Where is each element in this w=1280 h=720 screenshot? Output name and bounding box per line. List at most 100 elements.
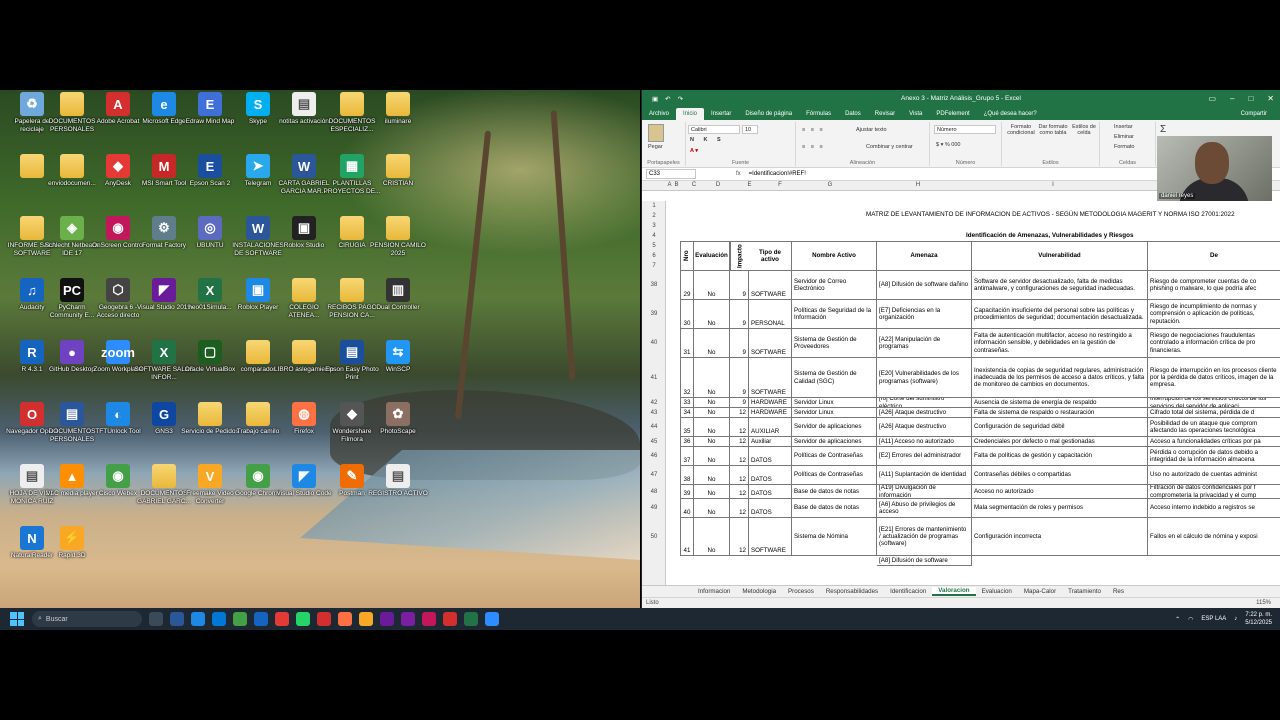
sheet-tab-valoracion[interactable]: Valoracion <box>932 587 976 596</box>
cell-descripcion[interactable]: Filtración de datos confidenciales por f… <box>1148 485 1280 499</box>
row-header[interactable]: 41 <box>642 358 666 398</box>
cell-evaluacion[interactable]: No <box>694 358 730 398</box>
tell-me-input[interactable]: ¿Qué desea hacer? <box>977 108 1044 120</box>
cell-nombre[interactable]: Servidor de Correo Electrónico <box>792 271 877 300</box>
format-table-button[interactable]: Dar formato como tabla <box>1038 124 1068 136</box>
cell-evaluacion[interactable]: No <box>694 485 730 499</box>
cell-evaluacion[interactable]: No <box>694 447 730 466</box>
cell-tipo[interactable]: Auxiliar <box>749 437 792 447</box>
sheet-tab-evaluacion[interactable]: Evaluacion <box>976 588 1018 595</box>
sheet-tab-responsabilidades[interactable]: Responsabilidades <box>820 588 884 595</box>
cell-tipo[interactable]: AUXILIAR <box>749 418 792 437</box>
wifi-icon[interactable]: ◠ <box>1188 616 1193 623</box>
taskbar-app-icon[interactable] <box>401 612 415 626</box>
taskbar-search[interactable]: ⌕ Buscar <box>32 611 142 627</box>
cell-nro[interactable]: 30 <box>680 300 694 329</box>
cell-vulnerabilidad[interactable]: Capacitación insuficiente del personal s… <box>972 300 1148 329</box>
taskbar-app-icon[interactable] <box>149 612 163 626</box>
header-vulnerabilidad[interactable]: Vulnerabilidad <box>972 241 1148 271</box>
maximize-button[interactable]: □ <box>1248 94 1253 103</box>
font-name-select[interactable]: Calibri <box>688 125 740 134</box>
tab-fórmulas[interactable]: Fórmulas <box>799 108 838 120</box>
sheet-tab-metodologia[interactable]: Metodologia <box>736 588 782 595</box>
taskbar-app-icon[interactable] <box>170 612 184 626</box>
cell-nombre[interactable]: Políticas de Contraseñas <box>792 466 877 485</box>
cell-impacto[interactable]: 12 <box>730 437 749 447</box>
zoom-level[interactable]: 115% <box>1256 600 1271 606</box>
cell-nro[interactable]: 34 <box>680 408 694 418</box>
cell-nro[interactable]: 29 <box>680 271 694 300</box>
row-header[interactable]: 2 <box>642 211 666 221</box>
font-color-icon[interactable]: A ▾ <box>690 148 698 154</box>
row-header[interactable]: 50 <box>642 518 666 556</box>
cell-vulnerabilidad[interactable]: Mala segmentación de roles y permisos <box>972 499 1148 518</box>
cell-styles-button[interactable]: Estilos de celda <box>1070 124 1098 136</box>
cell-amenaza[interactable]: [A6] Abuso de privilegios de acceso <box>877 499 972 518</box>
taskbar-app-icon[interactable] <box>233 612 247 626</box>
column-header-d[interactable]: D <box>708 182 728 188</box>
tab-pdfelement[interactable]: PDFelement <box>929 108 976 120</box>
taskbar-app-icon[interactable] <box>317 612 331 626</box>
taskbar-app-icon[interactable] <box>359 612 373 626</box>
taskbar-app-icon[interactable] <box>464 612 478 626</box>
cell-descripcion[interactable]: Riesgo de interrupción en los procesos c… <box>1148 358 1280 398</box>
column-header-c[interactable]: C <box>680 182 708 188</box>
cell-nro[interactable]: 41 <box>680 518 694 556</box>
volume-icon[interactable]: ♪ <box>1234 616 1237 622</box>
font-style-buttons[interactable]: N K S <box>690 137 725 143</box>
share-button[interactable]: Compartir <box>1234 108 1274 120</box>
cell-nro[interactable]: 40 <box>680 499 694 518</box>
sheet-tab-mapa-calor[interactable]: Mapa-Calor <box>1018 588 1062 595</box>
row-header[interactable]: 39 <box>642 300 666 329</box>
cell-evaluacion[interactable]: No <box>694 518 730 556</box>
sheet-tab-tratamiento[interactable]: Tratamiento <box>1062 588 1107 595</box>
cell-evaluacion[interactable]: No <box>694 418 730 437</box>
cell-nro[interactable]: 39 <box>680 485 694 499</box>
column-header-a[interactable]: A <box>666 182 673 188</box>
desktop-icon[interactable]: ⇆ WinSCP <box>368 340 428 402</box>
desktop-icon[interactable]: iluminare <box>368 92 428 154</box>
desktop-icon[interactable]: ⚡ Rapid 3D <box>42 526 102 588</box>
cell-descripcion[interactable]: Acceso a funcionalidades críticas por pa <box>1148 437 1280 447</box>
name-box[interactable]: C33 <box>646 169 696 179</box>
desktop-icon[interactable]: ▥ Dual Controller <box>368 278 428 340</box>
taskbar-app-icon[interactable] <box>254 612 268 626</box>
cell-descripcion[interactable]: Riesgo de incumplimiento de normas y com… <box>1148 300 1280 329</box>
close-button[interactable]: ✕ <box>1267 94 1274 103</box>
cell-impacto[interactable]: 12 <box>730 447 749 466</box>
row-header[interactable]: 1 <box>642 201 666 211</box>
taskbar-app-icon[interactable] <box>485 612 499 626</box>
row-header[interactable]: 38 <box>642 271 666 300</box>
cell-nro[interactable]: 31 <box>680 329 694 358</box>
cell-descripcion[interactable]: Acceso interno indebido a registros se <box>1148 499 1280 518</box>
fx-icon[interactable]: fx <box>736 171 741 177</box>
header-nro[interactable]: Nro <box>680 241 694 271</box>
cell-tipo[interactable]: SOFTWARE <box>749 358 792 398</box>
cell-impacto[interactable]: 9 <box>730 398 749 408</box>
taskbar-app-icon[interactable] <box>275 612 289 626</box>
cell-nombre[interactable]: Sistema de Gestión de Calidad (SGC) <box>792 358 877 398</box>
cell-vulnerabilidad[interactable]: Configuración de seguridad débil <box>972 418 1148 437</box>
cell-descripcion[interactable]: Fallos en el cálculo de nómina y exposi <box>1148 518 1280 556</box>
minimize-button[interactable]: – <box>1230 94 1234 103</box>
cell-amenaza[interactable]: [E7] Deficiencias en la organización <box>877 300 972 329</box>
taskbar-app-icon[interactable] <box>443 612 457 626</box>
cell-tipo[interactable]: DATOS <box>749 466 792 485</box>
currency-icons[interactable]: $ ▾ % 000 <box>936 142 960 148</box>
cell-amenaza[interactable]: [A22] Manipulación de programas <box>877 329 972 358</box>
header-evaluacion[interactable]: Evaluación <box>694 241 730 271</box>
column-header-h[interactable]: H <box>871 182 965 188</box>
cell-tipo[interactable]: SOFTWARE <box>749 271 792 300</box>
column-header-e[interactable]: E <box>728 182 771 188</box>
cell-nro[interactable]: 36 <box>680 437 694 447</box>
cell-descripcion[interactable]: Cifrado total del sistema, pérdida de d <box>1148 408 1280 418</box>
cell-evaluacion[interactable]: No <box>694 466 730 485</box>
paste-icon[interactable] <box>648 124 664 142</box>
cell-impacto[interactable]: 12 <box>730 408 749 418</box>
row-header[interactable] <box>642 241 666 271</box>
row-header[interactable]: 42 <box>642 398 666 408</box>
cell-vulnerabilidad[interactable]: Credenciales por defecto o mal gestionad… <box>972 437 1148 447</box>
font-size-select[interactable]: 10 <box>742 125 758 134</box>
cell-amenaza[interactable]: [E21] Errores de mantenimiento / actuali… <box>877 518 972 556</box>
taskbar-app-icon[interactable] <box>296 612 310 626</box>
